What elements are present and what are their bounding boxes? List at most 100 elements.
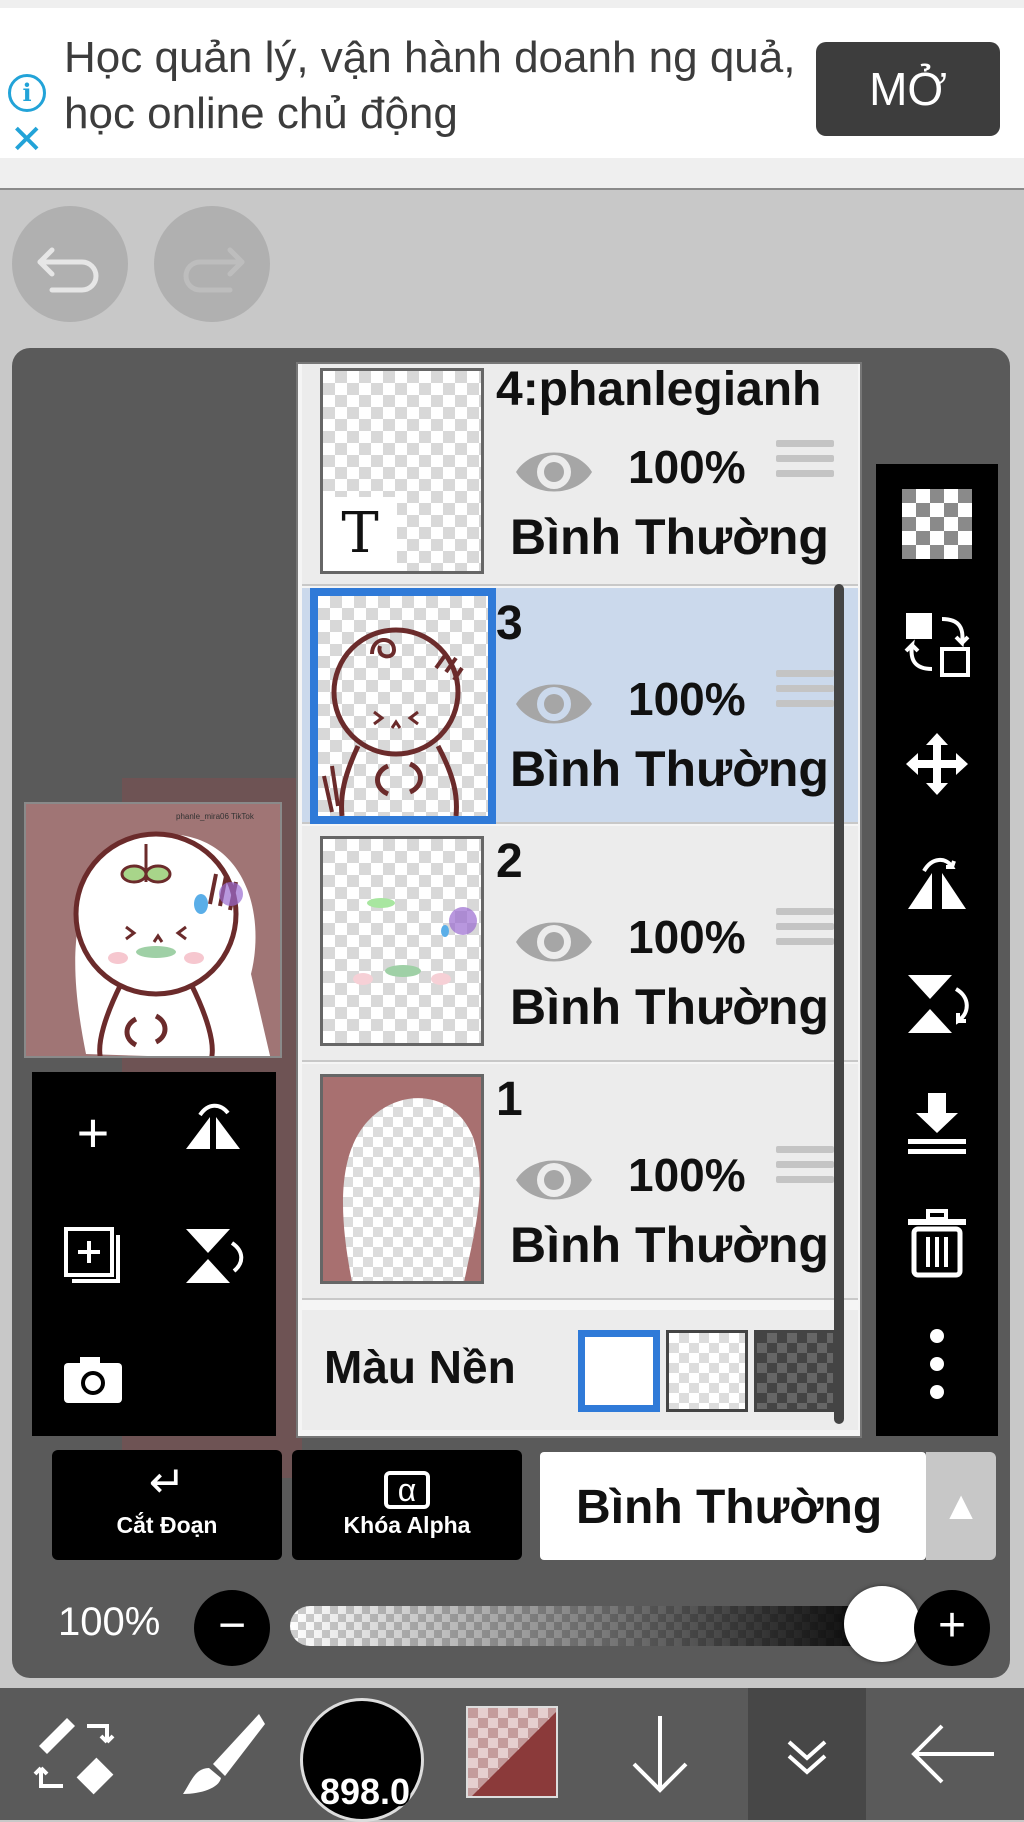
brush-eraser-swap-icon xyxy=(33,1718,115,1795)
drag-handle-icon[interactable] xyxy=(776,440,834,492)
flip-vertical-button[interactable] xyxy=(158,1196,268,1316)
right-tools-panel xyxy=(876,464,998,1436)
brush-size-button[interactable]: 898.0 xyxy=(300,1698,424,1822)
eye-icon[interactable] xyxy=(512,900,596,984)
layer-row[interactable]: 1 100% Bình Thường xyxy=(302,1064,858,1300)
alpha-lock-button[interactable]: α Khóa Alpha xyxy=(292,1450,522,1560)
merge-down-icon xyxy=(908,1093,966,1154)
undo-button[interactable] xyxy=(12,206,128,322)
redo-button[interactable] xyxy=(154,206,270,322)
layer-blend-mode: Bình Thường xyxy=(510,741,829,797)
more-vertical-icon xyxy=(930,1329,944,1399)
layer-thumbnail[interactable] xyxy=(310,588,496,824)
add-layer-button[interactable]: + xyxy=(38,1072,148,1192)
background-color-label: Màu Nền xyxy=(324,1341,516,1393)
triangle-up-icon[interactable]: ▲ xyxy=(926,1452,996,1560)
layer-thumbnail[interactable] xyxy=(320,836,484,1046)
arrow-left-icon xyxy=(911,1724,994,1784)
blend-mode-select[interactable]: Bình Thường ▲ xyxy=(540,1452,996,1560)
blend-mode-value: Bình Thường xyxy=(576,1481,883,1534)
layer-opacity: 100% xyxy=(628,673,746,725)
eye-icon[interactable] xyxy=(512,430,596,514)
trash-icon xyxy=(908,1209,966,1278)
ad-content[interactable]: Học quản lý, vận hành doanh ng quả, học … xyxy=(0,8,1024,160)
color-picker-button[interactable] xyxy=(466,1706,558,1798)
layer-blend-mode: Bình Thường xyxy=(510,1217,829,1273)
clipping-button[interactable]: ↵ Cắt Đoạn xyxy=(52,1450,282,1560)
drag-handle-icon[interactable] xyxy=(776,1146,834,1198)
layer-row-selected[interactable]: 3 100% Bình Thường xyxy=(302,588,858,824)
ad-text[interactable]: Học quản lý, vận hành doanh ng quả, học … xyxy=(64,30,804,142)
flip-canvas-horizontal-button[interactable] xyxy=(876,824,998,944)
flip-horizontal-icon xyxy=(908,858,966,909)
flip-canvas-vertical-button[interactable] xyxy=(876,944,998,1064)
layer-down-button[interactable] xyxy=(610,1688,710,1820)
layer-panel[interactable]: T 4:phanlegianh 100% Bình Thường 3 100% … xyxy=(296,362,862,1438)
current-color-swatch xyxy=(468,1708,556,1796)
layer-blend-mode: Bình Thường xyxy=(510,509,829,565)
layer-name: 2 xyxy=(496,835,523,888)
opacity-increase-button[interactable]: + xyxy=(914,1590,990,1666)
duplicate-layer-icon xyxy=(64,1227,120,1283)
drag-handle-icon[interactable] xyxy=(776,908,834,960)
plus-icon: + xyxy=(937,1599,967,1652)
eye-icon[interactable] xyxy=(512,662,596,746)
text-layer-icon: T xyxy=(323,497,397,571)
minus-icon: − xyxy=(217,1599,247,1652)
duplicate-layer-button[interactable] xyxy=(38,1196,148,1316)
drag-handle-icon[interactable] xyxy=(776,670,834,722)
move-button[interactable] xyxy=(876,704,998,824)
flip-horizontal-button[interactable] xyxy=(158,1072,268,1192)
layer-row[interactable]: T 4:phanlegianh 100% Bình Thường xyxy=(302,363,858,586)
merge-down-button[interactable] xyxy=(876,1064,998,1184)
left-tools-panel: + xyxy=(32,1072,276,1436)
brush-eraser-swap-button[interactable] xyxy=(20,1688,130,1820)
layer-name: 3 xyxy=(496,597,523,650)
eye-icon[interactable] xyxy=(512,1138,596,1222)
checker-icon xyxy=(902,489,972,559)
back-button[interactable] xyxy=(892,1688,1012,1820)
layer-name: 4:phanlegianh xyxy=(496,363,822,416)
flip-vertical-icon xyxy=(908,975,969,1033)
arrow-down-icon xyxy=(632,1716,688,1793)
ad-open-button[interactable]: MỞ xyxy=(816,42,1000,136)
undo-icon xyxy=(37,247,99,293)
delete-layer-button[interactable] xyxy=(876,1184,998,1304)
layer-2-drawing xyxy=(353,898,477,985)
flip-vertical-icon xyxy=(186,1229,244,1283)
layer-thumbnail[interactable] xyxy=(320,1074,484,1284)
info-icon[interactable]: i xyxy=(8,74,46,112)
layer-row[interactable]: 2 100% Bình Thường xyxy=(302,826,858,1062)
camera-icon xyxy=(64,1357,122,1403)
layer-name: 1 xyxy=(496,1073,523,1126)
layer-blend-mode: Bình Thường xyxy=(510,979,829,1035)
collapse-panel-button[interactable] xyxy=(748,1688,866,1820)
transparency-button[interactable] xyxy=(876,464,998,584)
opacity-decrease-button[interactable]: − xyxy=(194,1590,270,1666)
flip-horizontal-icon xyxy=(186,1103,240,1149)
layer-3-drawing xyxy=(322,627,464,816)
layer-opacity: 100% xyxy=(628,911,746,963)
double-chevron-down-icon xyxy=(787,1740,827,1775)
layer-opacity: 100% xyxy=(628,1149,746,1201)
opacity-slider-track[interactable] xyxy=(290,1606,892,1646)
opacity-slider-thumb[interactable] xyxy=(844,1586,920,1662)
background-white-swatch[interactable] xyxy=(578,1330,660,1412)
alpha-lock-label: Khóa Alpha xyxy=(343,1512,471,1538)
move-icon xyxy=(906,733,968,795)
background-dark-swatch[interactable] xyxy=(754,1330,836,1412)
layer-opacity: 100% xyxy=(628,441,746,493)
import-photo-button[interactable] xyxy=(38,1320,148,1440)
preview-signature: phanle_mira06 TikTok xyxy=(176,812,254,821)
plus-icon: + xyxy=(76,1100,110,1164)
ad-banner[interactable]: Học quản lý, vận hành doanh ng quả, học … xyxy=(0,0,1024,190)
canvas-preview[interactable]: phanle_mira06 TikTok xyxy=(24,802,282,1058)
brush-tool-button[interactable] xyxy=(166,1688,276,1820)
swap-layer-button[interactable] xyxy=(876,584,998,704)
background-transparent-swatch[interactable] xyxy=(666,1330,748,1412)
close-icon[interactable]: ✕ xyxy=(10,120,44,160)
layer-panel-scrollbar[interactable] xyxy=(834,584,844,1424)
more-options-button[interactable] xyxy=(876,1304,998,1424)
layer-thumbnail[interactable]: T xyxy=(320,368,484,574)
clipping-label: Cắt Đoạn xyxy=(116,1512,218,1538)
